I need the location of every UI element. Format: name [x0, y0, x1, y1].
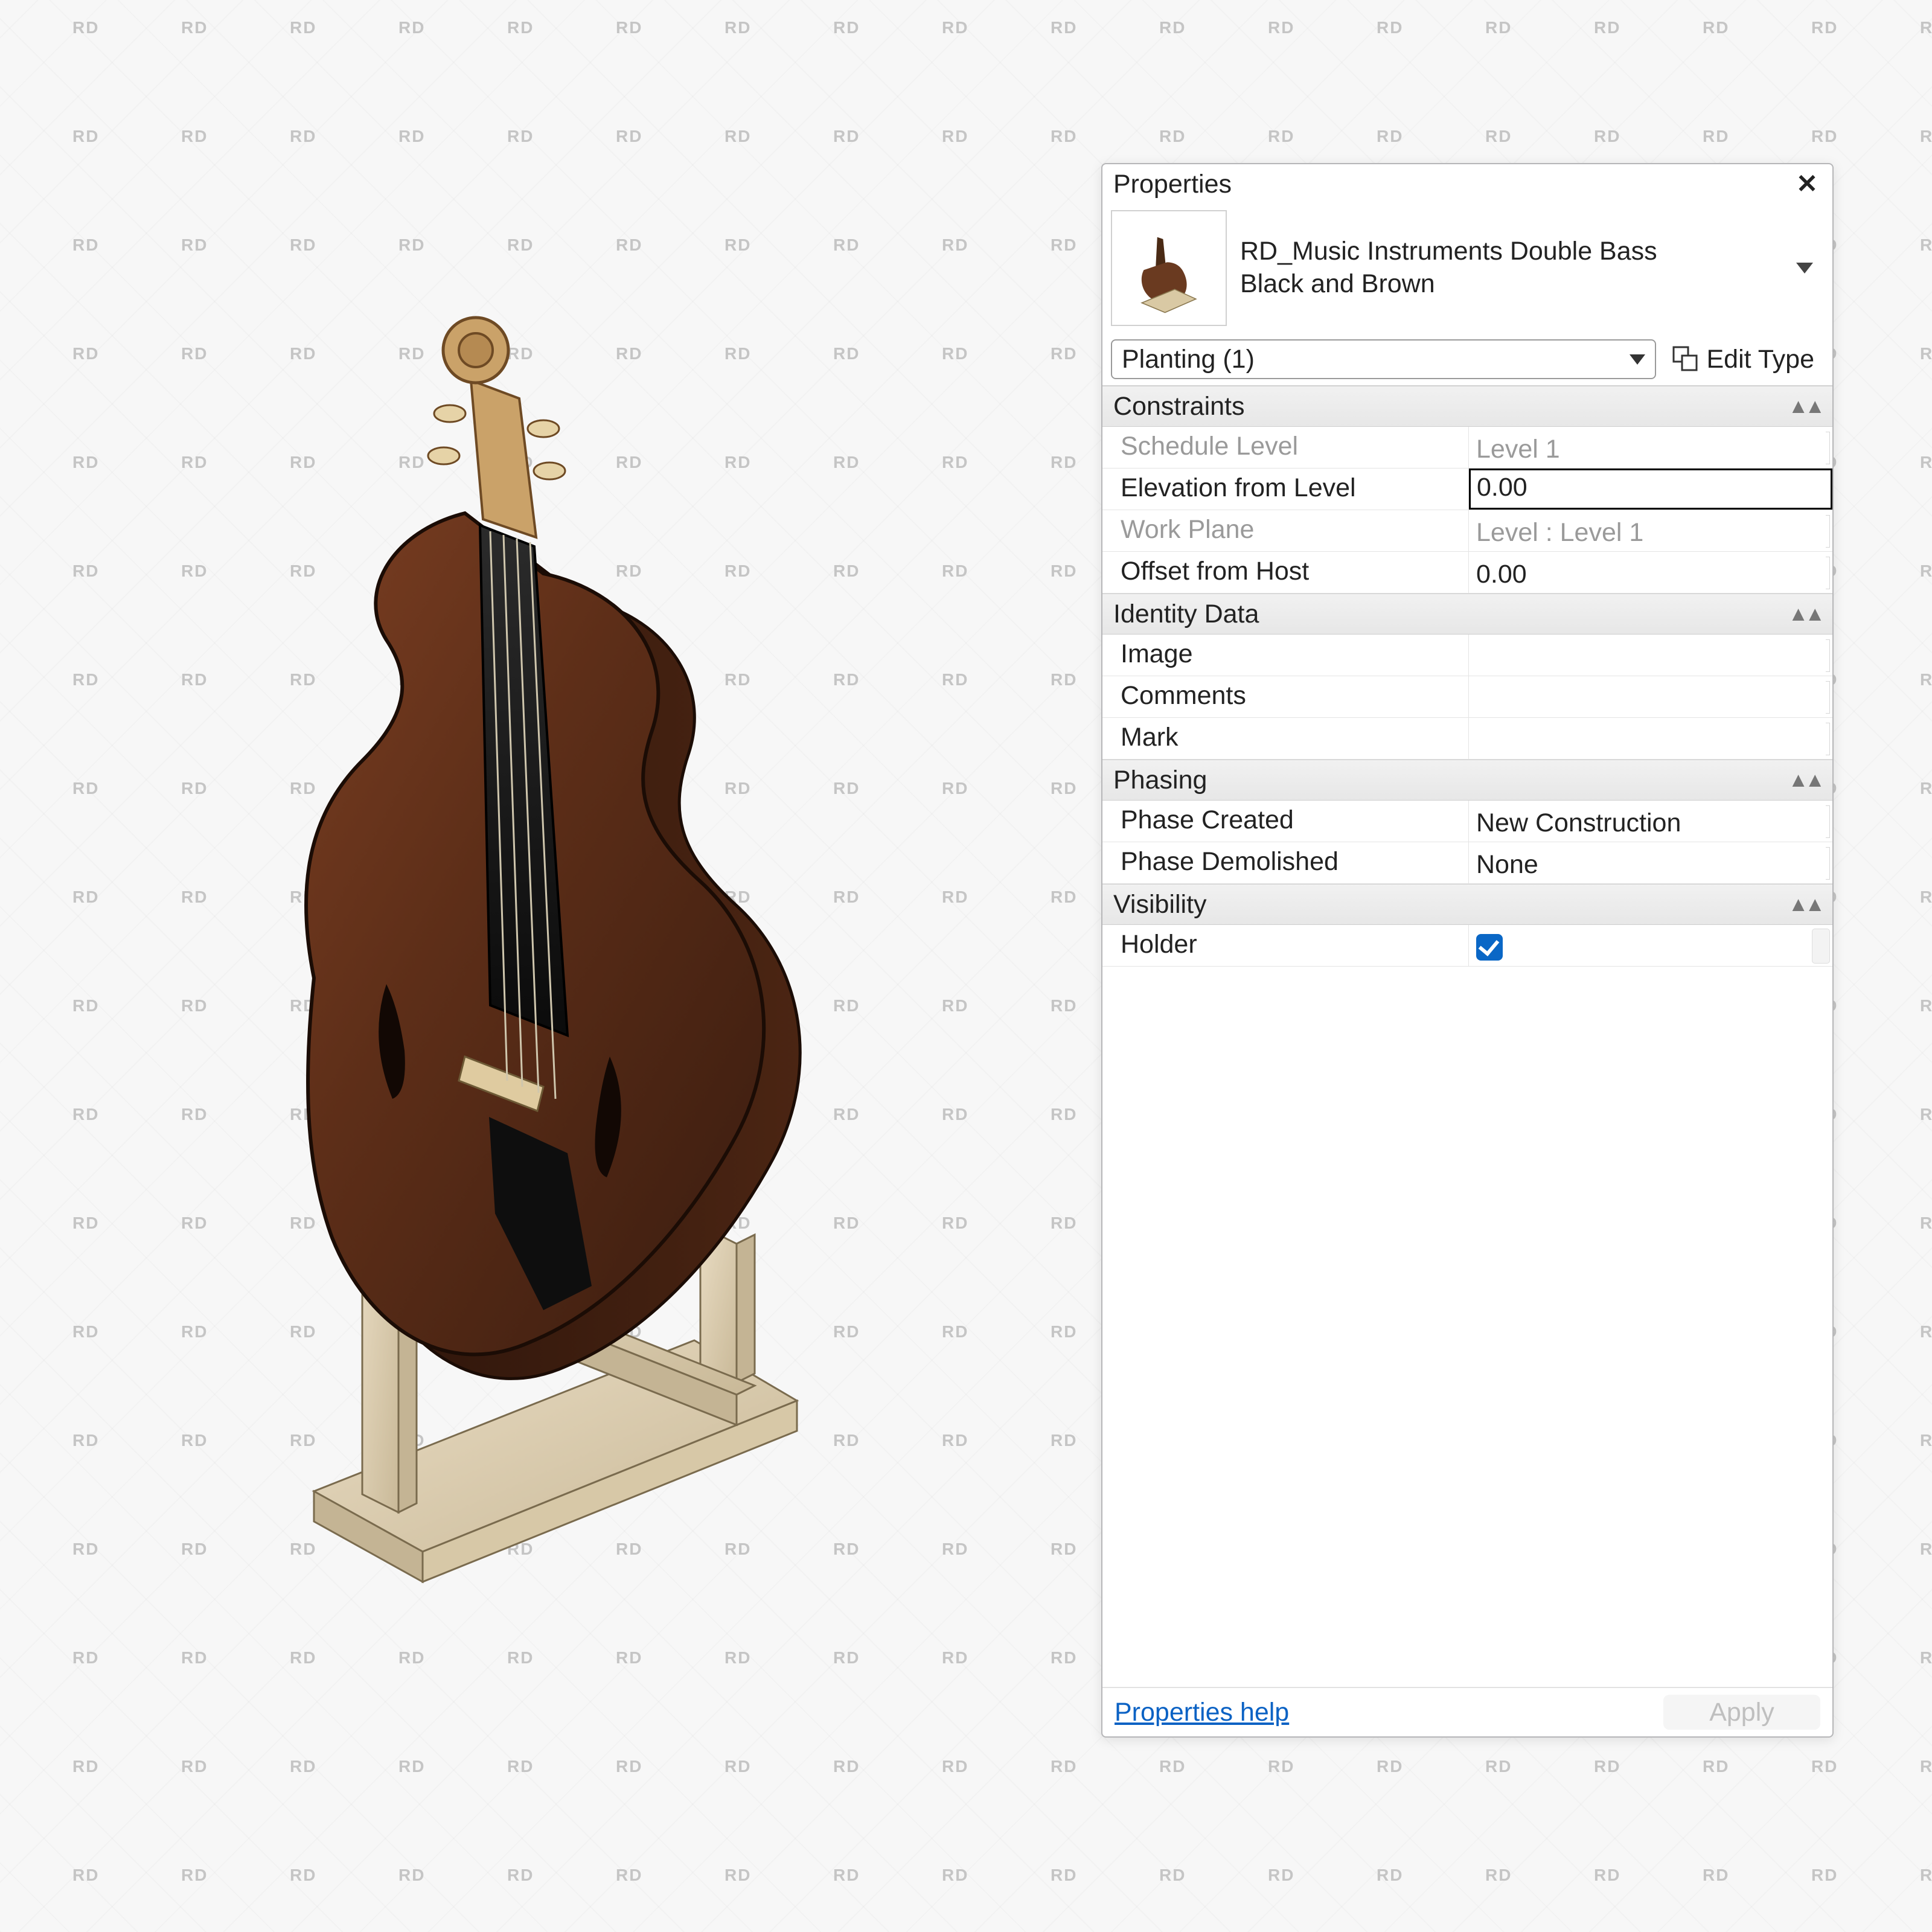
type-selector[interactable]: RD_Music Instruments Double Bass Black a… — [1102, 200, 1832, 336]
category-filter-value: Planting (1) — [1122, 345, 1255, 374]
row-work-plane: Work Plane Level : Level 1 — [1102, 510, 1832, 552]
value-image[interactable] — [1469, 635, 1832, 676]
value-comments[interactable] — [1469, 676, 1832, 717]
properties-help-link[interactable]: Properties help — [1115, 1698, 1289, 1727]
section-visibility[interactable]: Visibility ▲▲ — [1102, 884, 1832, 925]
value-offset-from-host[interactable]: 0.00 — [1469, 552, 1832, 593]
row-offset-from-host[interactable]: Offset from Host 0.00 — [1102, 552, 1832, 593]
label-offset-from-host: Offset from Host — [1102, 552, 1469, 593]
section-identity-label: Identity Data — [1113, 600, 1259, 629]
value-phase-demolished[interactable]: None — [1469, 842, 1832, 883]
collapse-icon: ▲▲ — [1788, 603, 1822, 626]
properties-panel: Properties ✕ RD_Music Instruments Double… — [1101, 163, 1834, 1738]
label-phase-created: Phase Created — [1102, 801, 1469, 842]
category-filter-combo[interactable]: Planting (1) — [1111, 339, 1656, 379]
checkbox-holder[interactable] — [1476, 934, 1503, 961]
edit-type-label: Edit Type — [1707, 345, 1815, 374]
collapse-icon: ▲▲ — [1788, 893, 1822, 916]
label-phase-demolished: Phase Demolished — [1102, 842, 1469, 883]
chevron-down-icon[interactable] — [1796, 263, 1813, 273]
value-phase-created[interactable]: New Construction — [1469, 801, 1832, 842]
chevron-down-icon — [1630, 354, 1645, 365]
collapse-icon: ▲▲ — [1788, 769, 1822, 792]
row-elevation-from-level[interactable]: Elevation from Level 0.00 — [1102, 469, 1832, 510]
label-work-plane: Work Plane — [1102, 510, 1469, 551]
row-image[interactable]: Image — [1102, 635, 1832, 676]
section-identity[interactable]: Identity Data ▲▲ — [1102, 593, 1832, 635]
type-thumbnail — [1111, 210, 1227, 326]
row-comments[interactable]: Comments — [1102, 676, 1832, 718]
row-mark[interactable]: Mark — [1102, 718, 1832, 760]
section-constraints[interactable]: Constraints ▲▲ — [1102, 386, 1832, 427]
label-holder: Holder — [1102, 925, 1469, 966]
apply-button[interactable]: Apply — [1663, 1695, 1820, 1730]
row-phase-created[interactable]: Phase Created New Construction — [1102, 801, 1832, 842]
type-name-line1: RD_Music Instruments Double Bass — [1240, 235, 1783, 268]
panel-title-text: Properties — [1113, 170, 1232, 199]
edit-type-icon — [1672, 345, 1700, 373]
collapse-icon: ▲▲ — [1788, 395, 1822, 418]
section-phasing-label: Phasing — [1113, 766, 1207, 795]
section-visibility-label: Visibility — [1113, 890, 1207, 920]
label-comments: Comments — [1102, 676, 1469, 717]
row-phase-demolished[interactable]: Phase Demolished None — [1102, 842, 1832, 884]
value-mark[interactable] — [1469, 718, 1832, 759]
value-schedule-level: Level 1 — [1469, 427, 1832, 468]
edit-type-button[interactable]: Edit Type — [1665, 341, 1822, 378]
row-schedule-level: Schedule Level Level 1 — [1102, 427, 1832, 469]
section-constraints-label: Constraints — [1113, 392, 1244, 421]
label-elevation-from-level: Elevation from Level — [1102, 469, 1469, 510]
type-name-line2: Black and Brown — [1240, 268, 1783, 301]
value-work-plane: Level : Level 1 — [1469, 510, 1832, 551]
label-image: Image — [1102, 635, 1469, 676]
close-icon[interactable]: ✕ — [1790, 169, 1824, 200]
section-phasing[interactable]: Phasing ▲▲ — [1102, 760, 1832, 801]
input-elevation-from-level[interactable]: 0.00 — [1469, 469, 1832, 510]
label-mark: Mark — [1102, 718, 1469, 759]
label-schedule-level: Schedule Level — [1102, 427, 1469, 468]
row-holder[interactable]: Holder — [1102, 925, 1832, 967]
